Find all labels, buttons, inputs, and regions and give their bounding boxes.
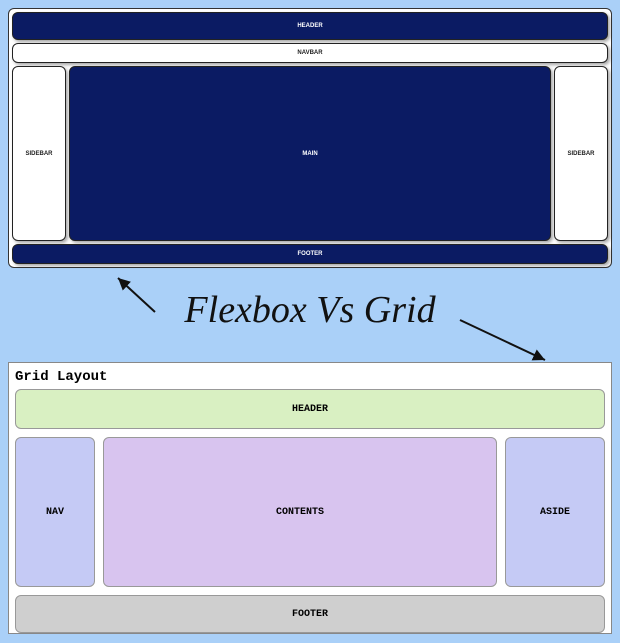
grid-layout-demo: Grid Layout HEADER NAV CONTENTS ASIDE FO… [8, 362, 612, 634]
grid-aside: ASIDE [505, 437, 605, 587]
grid-header: HEADER [15, 389, 605, 429]
grid-footer: FOOTER [15, 595, 605, 633]
grid-layout-title: Grid Layout [15, 369, 605, 385]
flexbox-header: HEADER [12, 12, 608, 40]
comparison-title: Flexbox Vs Grid [0, 288, 620, 332]
flexbox-sidebar-right: SIDEBAR [554, 66, 608, 241]
grid-container: HEADER NAV CONTENTS ASIDE FOOTER [15, 389, 605, 633]
grid-nav: NAV [15, 437, 95, 587]
flexbox-footer: FOOTER [12, 244, 608, 264]
flexbox-layout-demo: HEADER NAVBAR SIDEBAR MAIN SIDEBAR FOOTE… [8, 8, 612, 268]
grid-contents: CONTENTS [103, 437, 497, 587]
flexbox-main: MAIN [69, 66, 551, 241]
flexbox-sidebar-left: SIDEBAR [12, 66, 66, 241]
flexbox-navbar: NAVBAR [12, 43, 608, 63]
